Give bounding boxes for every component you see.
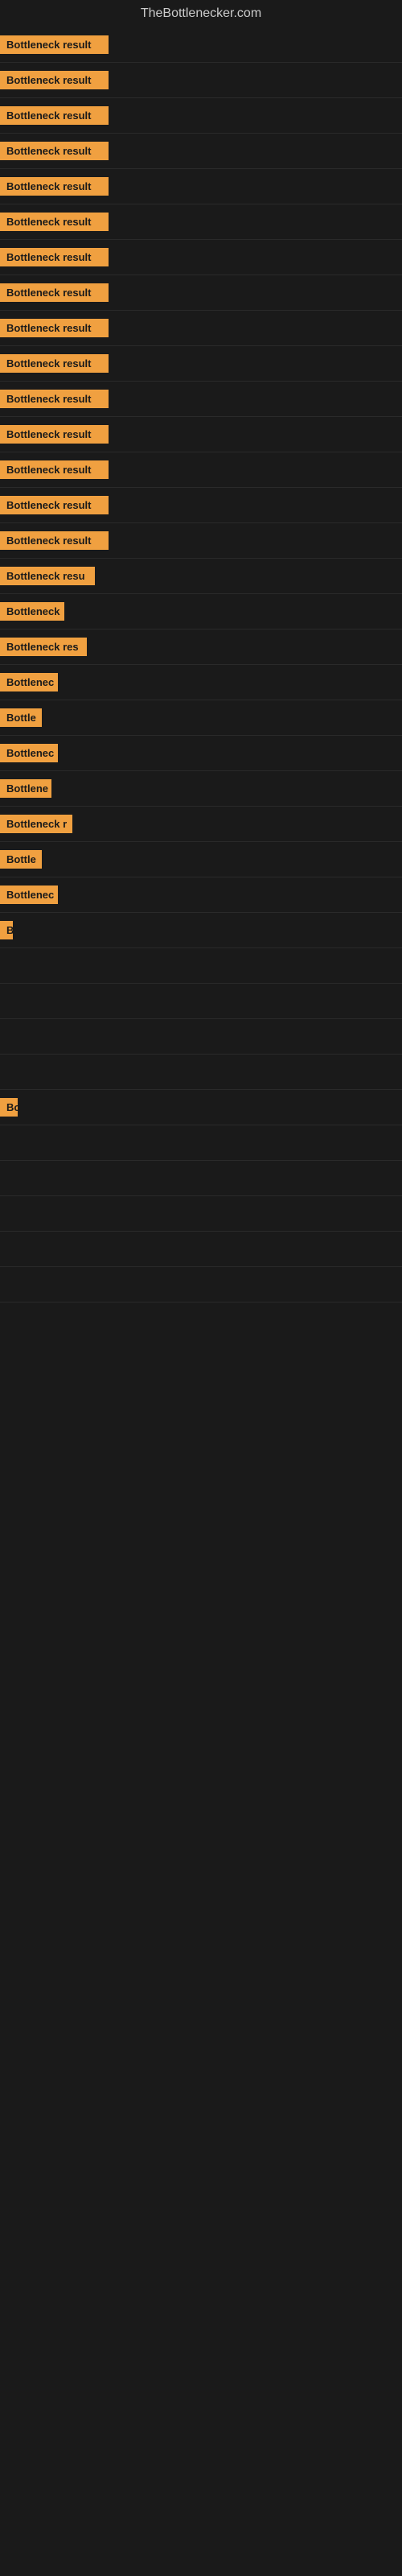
bottleneck-result-bar[interactable]: Bottleneck result <box>0 106 109 125</box>
list-item: Bottleneck result <box>0 311 402 346</box>
list-item: Bottleneck result <box>0 63 402 98</box>
list-item: Bottlenec <box>0 877 402 913</box>
list-item: Bottle <box>0 700 402 736</box>
bottleneck-result-bar[interactable]: Bottleneck result <box>0 142 109 160</box>
bottleneck-result-bar[interactable]: Bottleneck res <box>0 638 87 656</box>
bottleneck-result-bar[interactable]: Bottleneck result <box>0 425 109 444</box>
list-item <box>0 948 402 984</box>
bottleneck-result-bar[interactable]: Bottleneck r <box>0 815 72 833</box>
list-item <box>0 1196 402 1232</box>
list-item: Bottleneck result <box>0 452 402 488</box>
list-item <box>0 1232 402 1267</box>
list-item <box>0 1161 402 1196</box>
bottleneck-result-bar[interactable]: Bottleneck result <box>0 35 109 54</box>
bottleneck-result-bar[interactable]: Bottlenec <box>0 886 58 904</box>
bottleneck-result-bar[interactable]: Bottlene <box>0 779 51 798</box>
list-item: Bottleneck result <box>0 204 402 240</box>
bottleneck-result-bar[interactable]: Bottleneck result <box>0 213 109 231</box>
list-item: Bottleneck r <box>0 807 402 842</box>
list-item: Bottleneck <box>0 594 402 630</box>
list-item: Bottlenec <box>0 736 402 771</box>
list-item: B <box>0 913 402 948</box>
bottleneck-result-bar[interactable]: Bottleneck result <box>0 531 109 550</box>
bottleneck-result-bar[interactable]: Bottleneck result <box>0 354 109 373</box>
list-item: Bottleneck result <box>0 523 402 559</box>
list-item: Bottlenec <box>0 665 402 700</box>
bottleneck-result-bar[interactable]: Bottleneck <box>0 602 64 621</box>
list-item: Bottleneck result <box>0 275 402 311</box>
list-item <box>0 984 402 1019</box>
bottleneck-result-bar[interactable]: Bottle <box>0 850 42 869</box>
list-item: Bottleneck result <box>0 169 402 204</box>
list-item: Bottleneck res <box>0 630 402 665</box>
list-item: Bottlene <box>0 771 402 807</box>
list-item: Bo <box>0 1090 402 1125</box>
list-item: Bottleneck result <box>0 417 402 452</box>
bottleneck-result-bar[interactable]: Bottleneck result <box>0 177 109 196</box>
bottleneck-result-bar[interactable]: Bottlenec <box>0 673 58 691</box>
list-item <box>0 1019 402 1055</box>
bottleneck-result-bar[interactable]: Bottleneck result <box>0 319 109 337</box>
list-item: Bottleneck result <box>0 98 402 134</box>
bottleneck-result-bar[interactable]: Bottle <box>0 708 42 727</box>
list-item: Bottleneck result <box>0 240 402 275</box>
list-item: Bottleneck result <box>0 27 402 63</box>
bottleneck-result-bar[interactable]: Bottleneck result <box>0 71 109 89</box>
bottleneck-result-bar[interactable]: Bottlenec <box>0 744 58 762</box>
list-item <box>0 1125 402 1161</box>
list-item <box>0 1055 402 1090</box>
list-item: Bottleneck result <box>0 488 402 523</box>
list-item <box>0 1267 402 1302</box>
bottleneck-result-bar[interactable]: Bottleneck result <box>0 460 109 479</box>
list-item: Bottle <box>0 842 402 877</box>
bottleneck-result-bar[interactable]: Bottleneck result <box>0 496 109 514</box>
list-item: Bottleneck result <box>0 382 402 417</box>
bottleneck-result-bar[interactable]: Bo <box>0 1098 18 1117</box>
list-item: Bottleneck result <box>0 346 402 382</box>
bottleneck-result-bar[interactable]: Bottleneck result <box>0 390 109 408</box>
list-item: Bottleneck result <box>0 134 402 169</box>
bottleneck-result-bar[interactable]: Bottleneck result <box>0 248 109 266</box>
list-item: Bottleneck resu <box>0 559 402 594</box>
bottleneck-result-bar[interactable]: Bottleneck result <box>0 283 109 302</box>
bottleneck-result-bar[interactable]: Bottleneck resu <box>0 567 95 585</box>
site-title: TheBottlenecker.com <box>0 0 402 27</box>
bottleneck-result-bar[interactable]: B <box>0 921 13 939</box>
